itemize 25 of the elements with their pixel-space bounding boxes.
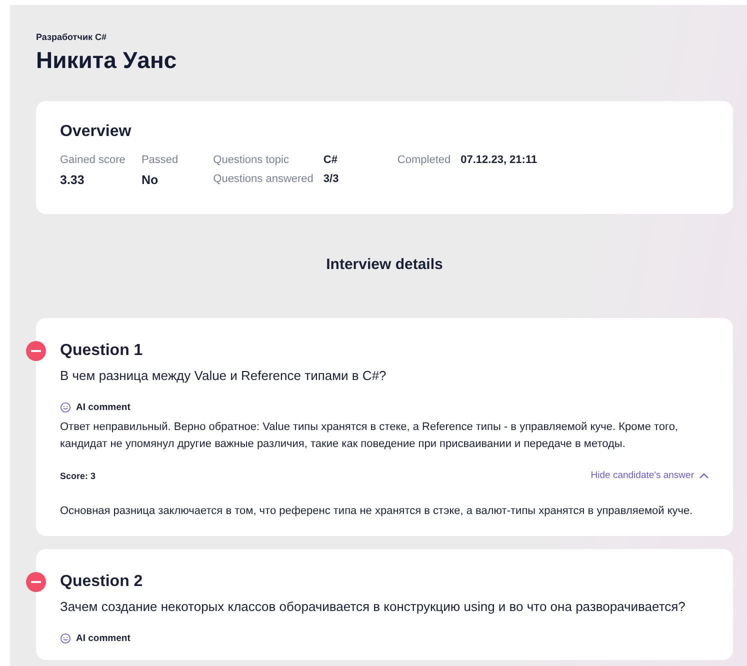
comment-label: AI comment [76, 402, 130, 413]
score-text: Score: 3 [60, 470, 96, 480]
detail-label: Completed [397, 153, 451, 168]
candidate-name: Никита Уанс [36, 47, 178, 74]
stat-label: Passed [141, 153, 178, 168]
toggle-answer-link[interactable]: Hide candidate's answer [590, 470, 709, 481]
detail-value: 3/3 [323, 172, 340, 187]
stat-label: Gained score [60, 153, 126, 168]
detail-value: 07.12.23, 21:11 [460, 153, 538, 168]
question-title: Question 1 [60, 341, 144, 361]
candidate-answer: Основная разница заключается в том, что референс типа не хранятся в стэке, а валют-типы хранятся в управляемой куче. [60, 504, 694, 519]
stat-value: 3.33 [60, 172, 86, 189]
chevron-up-icon [699, 472, 709, 478]
detail-label: Questions answered [213, 172, 314, 187]
overview-heading: Overview [60, 123, 132, 141]
question-title: Question 2 [60, 572, 144, 592]
comment-label: AI comment [76, 633, 130, 644]
job-title: Разработчик C# [36, 32, 108, 42]
question-text: Зачем создание некоторых классов оборачивается в конструкцию using и во что она разворачивается? [60, 598, 686, 616]
detail-value: C# [323, 153, 338, 168]
stat-value: No [141, 172, 160, 189]
detail-label: Questions topic [213, 153, 290, 168]
question-text: В чем разница между Value и Reference типами в C#? [60, 367, 388, 385]
section-heading: Interview details [325, 256, 444, 273]
ai-comment-text: Ответ неправильный. Верно обратное: Value типы хранятся в стеке, а Reference типы - в управляемой куче. Кроме того, кандидат не упомянул другие важные различия, такие как поведение при присваивании и передаче в методы. [60, 420, 679, 452]
